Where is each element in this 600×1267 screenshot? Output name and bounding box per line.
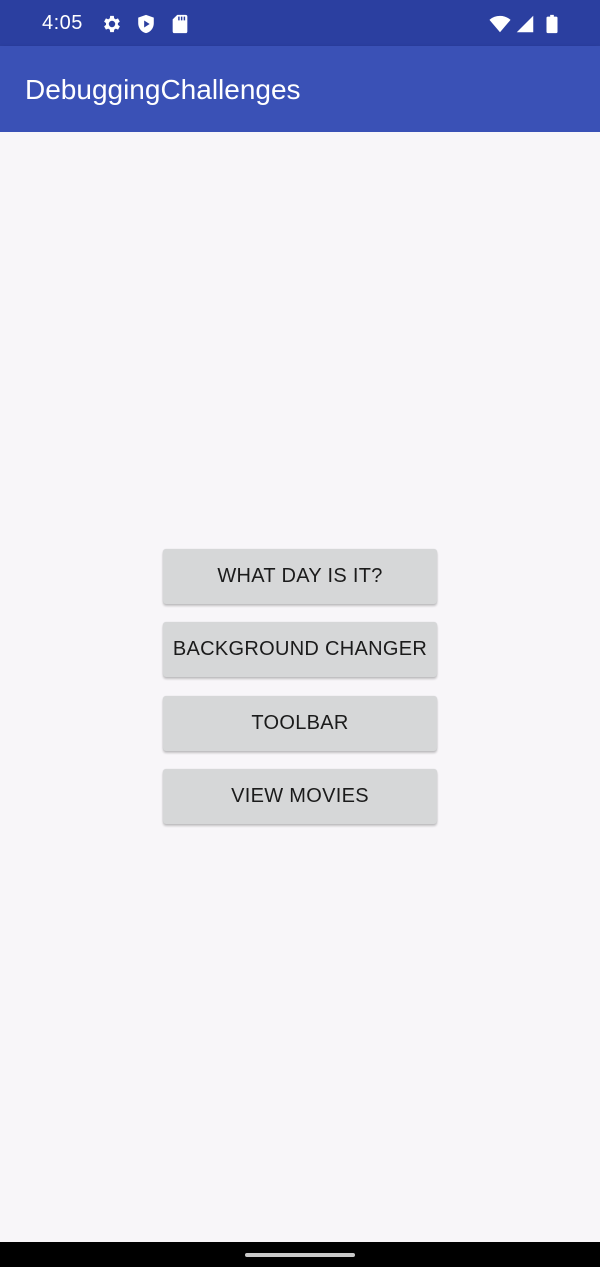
background-changer-button[interactable]: BACKGROUND CHANGER [163, 622, 437, 677]
gesture-handle[interactable] [245, 1253, 355, 1257]
status-time: 4:05 [42, 12, 83, 34]
navigation-bar [0, 1242, 600, 1267]
view-movies-button[interactable]: VIEW MOVIES [163, 769, 437, 824]
app-bar: DebuggingChallenges [0, 46, 600, 132]
cellular-signal-icon [516, 15, 534, 33]
main-content: WHAT DAY IS IT? BACKGROUND CHANGER TOOLB… [0, 132, 600, 1242]
battery-icon [546, 14, 558, 34]
sd-card-icon [172, 14, 188, 34]
wifi-icon [489, 15, 511, 33]
app-title: DebuggingChallenges [25, 74, 301, 105]
what-day-is-it-button[interactable]: WHAT DAY IS IT? [163, 549, 437, 604]
toolbar-button[interactable]: TOOLBAR [163, 696, 437, 751]
status-bar: 4:05 [0, 0, 600, 46]
play-shield-icon [138, 14, 154, 34]
gear-icon [104, 15, 120, 33]
